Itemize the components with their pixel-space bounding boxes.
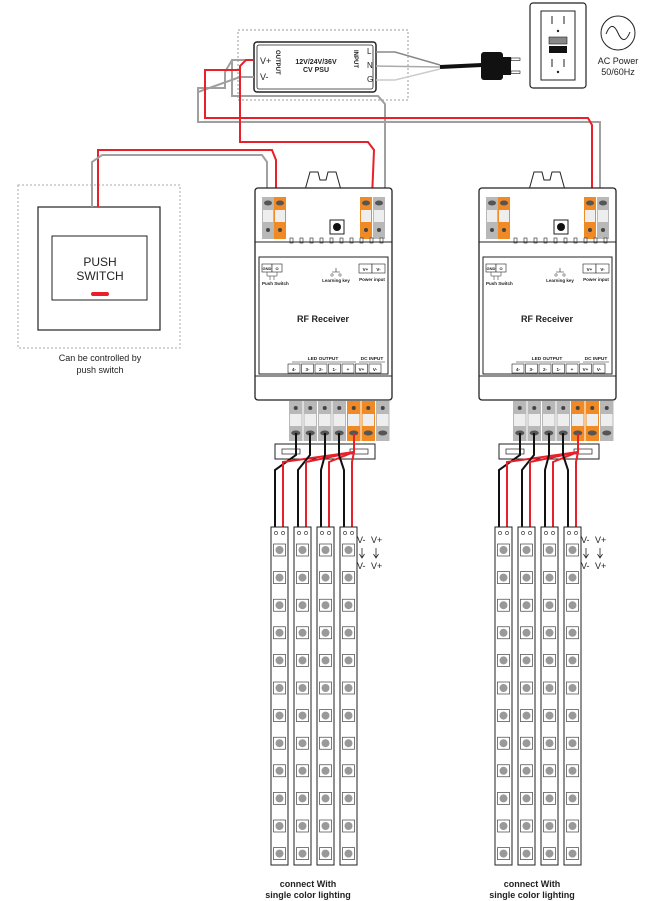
wall-outlet — [529, 2, 587, 89]
bottom-terminal[interactable] — [585, 401, 600, 441]
dc-input-label: DC INPUT — [361, 356, 384, 362]
psu-g: G — [367, 75, 373, 84]
push-switch-label-1: PUSH — [83, 255, 116, 269]
din-clip — [528, 171, 566, 191]
terminal-label: V+ — [583, 367, 589, 372]
svg-text:V-: V- — [600, 267, 605, 272]
psu-vplus: V+ — [260, 56, 271, 66]
terminal-label: 3- — [529, 367, 534, 372]
rf-receiver-unit-1: GND O Push Switch Learning key V+ V- Power inp… — [254, 171, 393, 900]
top-terminal[interactable] — [486, 197, 498, 239]
bottom-terminal[interactable] — [600, 401, 614, 441]
terminal-label: V+ — [359, 367, 365, 372]
led-strip — [293, 526, 312, 866]
power-input-label: Power input — [359, 277, 385, 282]
led-strip — [517, 526, 536, 866]
psu-output-label: OUTPUT — [274, 50, 280, 75]
strip-bot-vminus: V- — [357, 561, 366, 571]
indicator-led — [91, 292, 109, 296]
strip-top-vminus: V- — [357, 535, 366, 545]
caption-line-2: single color lighting — [489, 890, 575, 900]
down-arrow-icon — [583, 548, 603, 559]
learning-key-label: Learning key — [546, 278, 574, 283]
receiver-title: RF Receiver — [521, 314, 574, 324]
top-terminal[interactable] — [498, 197, 510, 239]
strip-top-vplus: V+ — [595, 535, 606, 545]
strip-bot-vplus: V+ — [371, 561, 382, 571]
led-strip — [316, 526, 335, 866]
svg-text:V+: V+ — [363, 267, 369, 272]
down-arrow-icon — [359, 548, 379, 559]
push-switch-label: Push Switch — [486, 281, 513, 286]
psu-l: L — [367, 47, 372, 56]
sine-wave-icon — [600, 15, 636, 51]
caption-line-2: single color lighting — [265, 890, 351, 900]
power-input-label: Power input — [583, 277, 609, 282]
din-clip — [304, 171, 342, 191]
ac-power-label: AC Power — [598, 56, 639, 66]
push-o-label: O — [275, 266, 278, 271]
svg-text:V+: V+ — [587, 267, 593, 272]
led-strip — [563, 526, 582, 866]
strip-top-vplus: V+ — [371, 535, 382, 545]
receiver-title: RF Receiver — [297, 314, 350, 324]
strip-bot-vplus: V+ — [595, 561, 606, 571]
led-output-label: LED OUTPUT — [532, 356, 563, 362]
psu-voltage: 12V/24V/36V — [295, 59, 337, 66]
push-switch-label: Push Switch — [262, 281, 289, 286]
psu: V+ V- OUTPUT INPUT 12V/24V/36V CV PSU L … — [237, 29, 409, 101]
terminal-label: 4- — [292, 367, 297, 372]
bottom-terminal[interactable] — [376, 401, 390, 441]
svg-text:V-: V- — [376, 267, 381, 272]
gnd-label: GND — [487, 266, 496, 271]
psu-n: N — [367, 61, 373, 70]
top-terminal[interactable] — [597, 197, 609, 239]
gnd-label: GND — [263, 266, 272, 271]
terminal-label: 1- — [556, 367, 561, 372]
top-terminal[interactable] — [584, 197, 596, 239]
terminal-label: 2- — [543, 367, 548, 372]
push-switch[interactable]: PUSH SWITCH — [17, 184, 181, 349]
learning-key-label: Learning key — [322, 278, 350, 283]
led-strip — [270, 526, 289, 866]
psu-type: CV PSU — [303, 67, 329, 74]
top-terminal[interactable] — [360, 197, 372, 239]
terminal-label: 2- — [319, 367, 324, 372]
led-output-label: LED OUTPUT — [308, 356, 339, 362]
terminal-label: V- — [373, 367, 378, 372]
terminal-label: 4- — [516, 367, 521, 372]
terminal-label: + — [347, 367, 350, 372]
top-terminal[interactable] — [274, 197, 286, 239]
dc-input-label: DC INPUT — [585, 356, 608, 362]
bottom-terminal[interactable] — [361, 401, 376, 441]
strip-top-vminus: V- — [581, 535, 590, 545]
ac-cable — [375, 51, 521, 81]
ac-frequency-label: 50/60Hz — [601, 67, 635, 77]
rf-receiver-unit-2: GND O Push Switch Learning key V+ V- Power inp… — [478, 171, 617, 900]
terminal-label: + — [571, 367, 574, 372]
wiring-diagram: V+ V- OUTPUT INPUT 12V/24V/36V CV PSU L … — [17, 2, 639, 900]
terminal-label: 3- — [305, 367, 310, 372]
top-terminal[interactable] — [262, 197, 274, 239]
psu-input-label: INPUT — [352, 50, 358, 68]
psu-vminus: V- — [260, 72, 269, 82]
led-strip — [494, 526, 513, 866]
caption-line-1: connect With — [280, 879, 336, 889]
strip-bot-vminus: V- — [581, 561, 590, 571]
terminal-label: V- — [597, 367, 602, 372]
led-strip — [339, 526, 358, 866]
led-strip — [540, 526, 559, 866]
push-switch-caption-2: push switch — [76, 365, 123, 375]
top-terminal[interactable] — [373, 197, 385, 239]
terminal-label: 1- — [332, 367, 337, 372]
caption-line-1: connect With — [504, 879, 560, 889]
push-o-label: O — [499, 266, 502, 271]
push-switch-caption-1: Can be controlled by — [59, 353, 142, 363]
push-switch-label-2: SWITCH — [76, 269, 123, 283]
